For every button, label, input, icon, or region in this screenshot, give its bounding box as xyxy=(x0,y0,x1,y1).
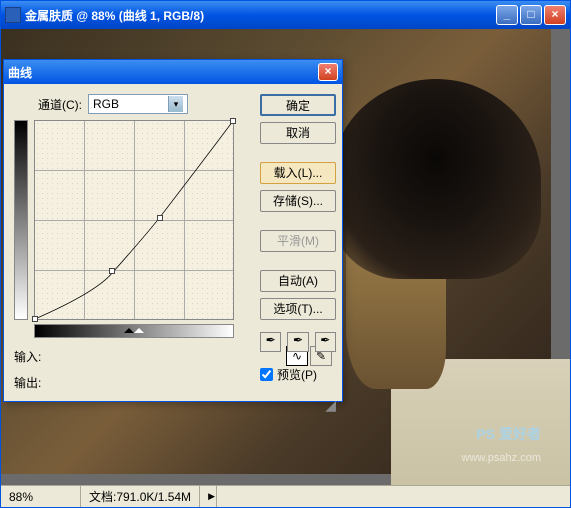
button-column: 确定 取消 载入(L)... 存储(S)... 平滑(M) 自动(A) 选项(T… xyxy=(260,94,336,414)
maximize-button[interactable]: □ xyxy=(520,5,542,25)
output-label: 输出: xyxy=(14,374,54,391)
eyedropper-gray-icon[interactable]: ✒ xyxy=(287,332,308,352)
chevron-down-icon: ▾ xyxy=(168,96,183,112)
watermark-logo: PS 爱好者 xyxy=(476,424,541,444)
gradient-triangles-icon[interactable] xyxy=(124,323,144,333)
options-button[interactable]: 选项(T)... xyxy=(260,298,336,320)
preview-label: 预览(P) xyxy=(277,366,317,383)
eyedropper-white-icon[interactable]: ✒ xyxy=(315,332,336,352)
smooth-button: 平滑(M) xyxy=(260,230,336,252)
window-title: 金属肤质 @ 88% (曲线 1, RGB/8) xyxy=(25,7,494,24)
save-button[interactable]: 存储(S)... xyxy=(260,190,336,212)
canvas-area[interactable]: PS 爱好者 www.psahz.com 曲线 × 通道(C): RGB ▾ xyxy=(1,29,570,485)
dialog-body: 通道(C): RGB ▾ xyxy=(4,84,342,401)
curve-point[interactable] xyxy=(109,268,115,274)
curve-point[interactable] xyxy=(32,316,38,322)
status-empty xyxy=(217,486,570,507)
doc-size: 文档:791.0K/1.54M xyxy=(81,486,200,507)
spacer xyxy=(260,258,336,264)
spacer xyxy=(260,218,336,224)
channel-select[interactable]: RGB ▾ xyxy=(88,94,188,114)
window-close-button[interactable]: × xyxy=(544,5,566,25)
preview-checkbox[interactable] xyxy=(260,368,273,381)
hair-shape xyxy=(331,79,541,279)
image-content xyxy=(331,79,541,429)
channel-value: RGB xyxy=(93,97,119,111)
ok-button[interactable]: 确定 xyxy=(260,94,336,116)
curve-line xyxy=(35,121,233,319)
horizontal-gradient xyxy=(34,324,234,338)
spacer xyxy=(260,150,336,156)
curve-graph[interactable] xyxy=(34,120,234,320)
eyedropper-black-icon[interactable]: ✒ xyxy=(260,332,281,352)
titlebar[interactable]: 金属肤质 @ 88% (曲线 1, RGB/8) _ □ × xyxy=(1,1,570,29)
zoom-level[interactable]: 88% xyxy=(1,486,81,507)
dialog-titlebar[interactable]: 曲线 × xyxy=(4,60,342,84)
vertical-gradient xyxy=(14,120,28,320)
resize-grip-icon[interactable]: ◢ xyxy=(260,397,336,414)
curves-dialog: 曲线 × 通道(C): RGB ▾ xyxy=(3,59,343,402)
dialog-title: 曲线 xyxy=(8,64,318,81)
cancel-button[interactable]: 取消 xyxy=(260,122,336,144)
input-label: 输入: xyxy=(14,348,54,365)
app-icon xyxy=(5,7,21,23)
watermark-url: www.psahz.com xyxy=(462,452,541,464)
curve-point[interactable] xyxy=(230,118,236,124)
curve-point[interactable] xyxy=(157,215,163,221)
main-window: 金属肤质 @ 88% (曲线 1, RGB/8) _ □ × PS 爱好者 ww… xyxy=(0,0,571,508)
dialog-close-button[interactable]: × xyxy=(318,63,338,81)
status-bar: 88% 文档:791.0K/1.54M ▶ xyxy=(1,485,570,507)
preview-row: 预览(P) xyxy=(260,366,336,383)
minimize-button[interactable]: _ xyxy=(496,5,518,25)
status-arrow-icon[interactable]: ▶ xyxy=(200,486,217,507)
load-button[interactable]: 载入(L)... xyxy=(260,162,336,184)
eyedropper-row: ✒ ✒ ✒ xyxy=(260,332,336,352)
auto-button[interactable]: 自动(A) xyxy=(260,270,336,292)
channel-label: 通道(C): xyxy=(38,96,82,113)
